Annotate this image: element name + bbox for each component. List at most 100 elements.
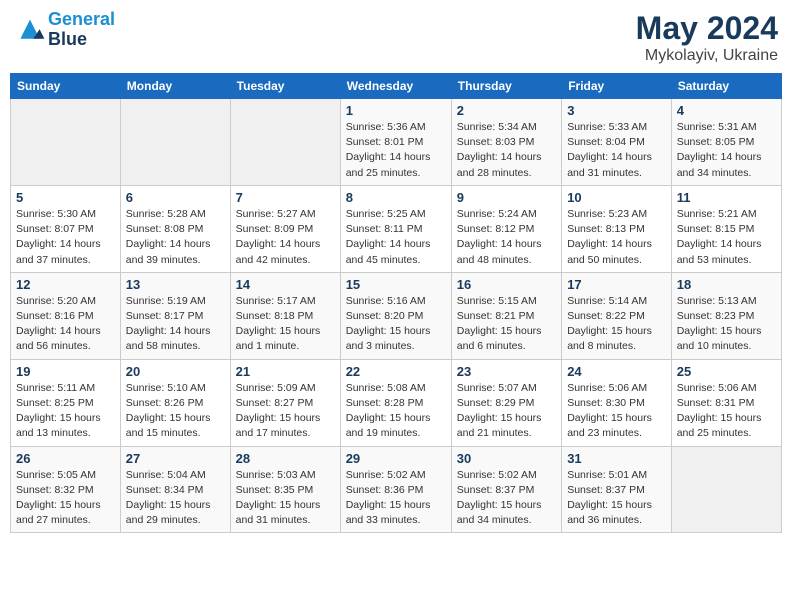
day-number: 2 (457, 103, 556, 118)
day-info: Sunrise: 5:27 AM Sunset: 8:09 PM Dayligh… (236, 207, 335, 268)
day-info: Sunrise: 5:06 AM Sunset: 8:31 PM Dayligh… (677, 381, 776, 442)
day-info: Sunrise: 5:17 AM Sunset: 8:18 PM Dayligh… (236, 294, 335, 355)
day-info: Sunrise: 5:28 AM Sunset: 8:08 PM Dayligh… (126, 207, 225, 268)
day-info: Sunrise: 5:04 AM Sunset: 8:34 PM Dayligh… (126, 468, 225, 529)
day-info: Sunrise: 5:02 AM Sunset: 8:37 PM Dayligh… (457, 468, 556, 529)
day-info: Sunrise: 5:15 AM Sunset: 8:21 PM Dayligh… (457, 294, 556, 355)
calendar-table: SundayMondayTuesdayWednesdayThursdayFrid… (10, 73, 782, 533)
calendar-cell: 25 Sunrise: 5:06 AM Sunset: 8:31 PM Dayli… (671, 359, 781, 446)
day-number: 11 (677, 190, 776, 205)
calendar-cell: 5 Sunrise: 5:30 AM Sunset: 8:07 PM Daylig… (11, 185, 121, 272)
day-number: 4 (677, 103, 776, 118)
calendar-cell: 28 Sunrise: 5:03 AM Sunset: 8:35 PM Dayli… (230, 446, 340, 533)
calendar-cell: 16 Sunrise: 5:15 AM Sunset: 8:21 PM Dayli… (451, 272, 561, 359)
day-info: Sunrise: 5:09 AM Sunset: 8:27 PM Dayligh… (236, 381, 335, 442)
day-info: Sunrise: 5:20 AM Sunset: 8:16 PM Dayligh… (16, 294, 115, 355)
logo-text: General Blue (48, 10, 115, 50)
calendar-week-row: 26 Sunrise: 5:05 AM Sunset: 8:32 PM Dayli… (11, 446, 782, 533)
day-info: Sunrise: 5:01 AM Sunset: 8:37 PM Dayligh… (567, 468, 666, 529)
day-info: Sunrise: 5:07 AM Sunset: 8:29 PM Dayligh… (457, 381, 556, 442)
day-info: Sunrise: 5:21 AM Sunset: 8:15 PM Dayligh… (677, 207, 776, 268)
calendar-cell: 10 Sunrise: 5:23 AM Sunset: 8:13 PM Dayli… (562, 185, 672, 272)
day-info: Sunrise: 5:31 AM Sunset: 8:05 PM Dayligh… (677, 120, 776, 181)
day-number: 30 (457, 451, 556, 466)
day-number: 25 (677, 364, 776, 379)
day-info: Sunrise: 5:30 AM Sunset: 8:07 PM Dayligh… (16, 207, 115, 268)
calendar-cell: 22 Sunrise: 5:08 AM Sunset: 8:28 PM Dayli… (340, 359, 451, 446)
day-number: 31 (567, 451, 666, 466)
day-info: Sunrise: 5:13 AM Sunset: 8:23 PM Dayligh… (677, 294, 776, 355)
calendar-cell: 14Sunrise: 5:17 AM Sunset: 8:18 PM Dayli… (230, 272, 340, 359)
weekday-header: Wednesday (340, 74, 451, 99)
day-number: 28 (236, 451, 335, 466)
day-info: Sunrise: 5:34 AM Sunset: 8:03 PM Dayligh… (457, 120, 556, 181)
calendar-cell: 15Sunrise: 5:16 AM Sunset: 8:20 PM Dayli… (340, 272, 451, 359)
calendar-cell (671, 446, 781, 533)
day-number: 29 (346, 451, 446, 466)
day-number: 3 (567, 103, 666, 118)
day-info: Sunrise: 5:05 AM Sunset: 8:32 PM Dayligh… (16, 468, 115, 529)
day-number: 26 (16, 451, 115, 466)
calendar-cell: 3 Sunrise: 5:33 AM Sunset: 8:04 PM Daylig… (562, 99, 672, 186)
day-info: Sunrise: 5:08 AM Sunset: 8:28 PM Dayligh… (346, 381, 446, 442)
day-number: 8 (346, 190, 446, 205)
weekday-header: Thursday (451, 74, 561, 99)
day-number: 18 (677, 277, 776, 292)
month-title: May 2024 (636, 10, 778, 47)
day-info: Sunrise: 5:33 AM Sunset: 8:04 PM Dayligh… (567, 120, 666, 181)
day-number: 24 (567, 364, 666, 379)
weekday-header: Saturday (671, 74, 781, 99)
calendar-cell (230, 99, 340, 186)
calendar-cell: 19Sunrise: 5:11 AM Sunset: 8:25 PM Dayli… (11, 359, 121, 446)
day-number: 20 (126, 364, 225, 379)
day-number: 21 (236, 364, 335, 379)
day-number: 15 (346, 277, 446, 292)
calendar-cell: 21 Sunrise: 5:09 AM Sunset: 8:27 PM Dayli… (230, 359, 340, 446)
calendar-header-row: SundayMondayTuesdayWednesdayThursdayFrid… (11, 74, 782, 99)
day-number: 9 (457, 190, 556, 205)
day-number: 23 (457, 364, 556, 379)
day-info: Sunrise: 5:02 AM Sunset: 8:36 PM Dayligh… (346, 468, 446, 529)
logo: General Blue (14, 10, 115, 50)
day-number: 16 (457, 277, 556, 292)
day-number: 22 (346, 364, 446, 379)
calendar-cell (11, 99, 121, 186)
calendar-cell: 26 Sunrise: 5:05 AM Sunset: 8:32 PM Dayli… (11, 446, 121, 533)
calendar-cell (120, 99, 230, 186)
day-info: Sunrise: 5:36 AM Sunset: 8:01 PM Dayligh… (346, 120, 446, 181)
day-info: Sunrise: 5:24 AM Sunset: 8:12 PM Dayligh… (457, 207, 556, 268)
weekday-header: Monday (120, 74, 230, 99)
day-number: 27 (126, 451, 225, 466)
day-info: Sunrise: 5:14 AM Sunset: 8:22 PM Dayligh… (567, 294, 666, 355)
day-info: Sunrise: 5:23 AM Sunset: 8:13 PM Dayligh… (567, 207, 666, 268)
calendar-cell: 27 Sunrise: 5:04 AM Sunset: 8:34 PM Dayli… (120, 446, 230, 533)
day-number: 7 (236, 190, 335, 205)
day-number: 12 (16, 277, 115, 292)
day-number: 19 (16, 364, 115, 379)
weekday-header: Sunday (11, 74, 121, 99)
calendar-cell: 6Sunrise: 5:28 AM Sunset: 8:08 PM Daylig… (120, 185, 230, 272)
day-info: Sunrise: 5:10 AM Sunset: 8:26 PM Dayligh… (126, 381, 225, 442)
calendar-cell: 8 Sunrise: 5:25 AM Sunset: 8:11 PM Daylig… (340, 185, 451, 272)
calendar-cell: 30 Sunrise: 5:02 AM Sunset: 8:37 PM Dayli… (451, 446, 561, 533)
day-info: Sunrise: 5:25 AM Sunset: 8:11 PM Dayligh… (346, 207, 446, 268)
calendar-cell: 7 Sunrise: 5:27 AM Sunset: 8:09 PM Daylig… (230, 185, 340, 272)
calendar-cell: 13Sunrise: 5:19 AM Sunset: 8:17 PM Dayli… (120, 272, 230, 359)
day-info: Sunrise: 5:06 AM Sunset: 8:30 PM Dayligh… (567, 381, 666, 442)
calendar-cell: 1 Sunrise: 5:36 AM Sunset: 8:01 PM Daylig… (340, 99, 451, 186)
day-number: 5 (16, 190, 115, 205)
day-number: 10 (567, 190, 666, 205)
calendar-cell: 4 Sunrise: 5:31 AM Sunset: 8:05 PM Daylig… (671, 99, 781, 186)
calendar-week-row: 1 Sunrise: 5:36 AM Sunset: 8:01 PM Daylig… (11, 99, 782, 186)
calendar-cell: 2 Sunrise: 5:34 AM Sunset: 8:03 PM Daylig… (451, 99, 561, 186)
calendar-week-row: 12 Sunrise: 5:20 AM Sunset: 8:16 PM Dayli… (11, 272, 782, 359)
calendar-cell: 11 Sunrise: 5:21 AM Sunset: 8:15 PM Dayli… (671, 185, 781, 272)
day-number: 17 (567, 277, 666, 292)
calendar-cell: 17 Sunrise: 5:14 AM Sunset: 8:22 PM Dayli… (562, 272, 672, 359)
day-info: Sunrise: 5:03 AM Sunset: 8:35 PM Dayligh… (236, 468, 335, 529)
calendar-cell: 31 Sunrise: 5:01 AM Sunset: 8:37 PM Dayli… (562, 446, 672, 533)
calendar-cell: 24 Sunrise: 5:06 AM Sunset: 8:30 PM Dayli… (562, 359, 672, 446)
day-number: 1 (346, 103, 446, 118)
weekday-header: Friday (562, 74, 672, 99)
calendar-cell: 29 Sunrise: 5:02 AM Sunset: 8:36 PM Dayli… (340, 446, 451, 533)
